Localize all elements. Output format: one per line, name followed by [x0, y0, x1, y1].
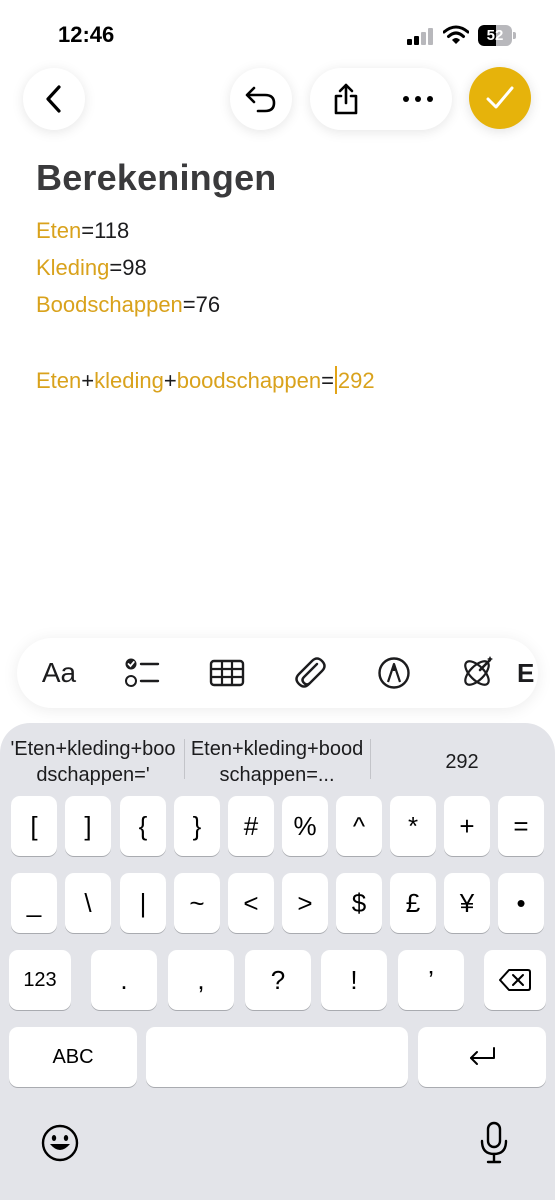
formula-operator: +	[163, 368, 177, 393]
microphone-icon	[480, 1121, 508, 1164]
key-pound[interactable]: £	[390, 873, 436, 933]
variable-value: =98	[109, 255, 147, 280]
note-line-boodschappen[interactable]: Boodschappen=76	[36, 292, 220, 318]
back-button[interactable]	[23, 68, 85, 130]
delete-icon	[499, 969, 531, 991]
key-less-than[interactable]: <	[228, 873, 274, 933]
note-line-kleding[interactable]: Kleding=98	[36, 255, 147, 281]
key-plus[interactable]: +	[444, 796, 490, 856]
checklist-button[interactable]	[114, 638, 170, 708]
variable-name: Eten	[36, 218, 82, 243]
return-icon	[470, 1047, 495, 1065]
checkmark-icon	[486, 86, 514, 109]
wifi-icon	[442, 25, 470, 45]
key-brace-left[interactable]: {	[120, 796, 166, 856]
key-backslash[interactable]: \	[65, 873, 111, 933]
key-asterisk[interactable]: *	[390, 796, 436, 856]
keyboard: 'Eten+kleding+boodschappen=' Eten+kledin…	[0, 723, 555, 1200]
checklist-icon	[125, 658, 160, 687]
formula-result: 292	[337, 368, 375, 393]
dictation-button[interactable]	[478, 1121, 510, 1165]
key-hash[interactable]: #	[228, 796, 274, 856]
key-pipe[interactable]: |	[120, 873, 166, 933]
key-123[interactable]: 123	[9, 950, 71, 1010]
formula-equals: =	[321, 368, 334, 393]
emoji-icon	[41, 1124, 79, 1162]
battery-percent: 52	[486, 27, 504, 44]
status-time: 12:46	[58, 22, 115, 47]
suggestion-divider	[184, 739, 185, 779]
key-underscore[interactable]: _	[11, 873, 57, 933]
variable-name: Boodschappen	[36, 292, 183, 317]
writing-tools-button[interactable]	[449, 638, 505, 708]
key-caret[interactable]: ^	[336, 796, 382, 856]
table-button[interactable]	[199, 638, 255, 708]
text-style-button[interactable]: Aa	[29, 638, 89, 708]
undo-button[interactable]	[230, 68, 292, 130]
abc-key[interactable]: ABC	[9, 1027, 137, 1087]
space-key[interactable]	[146, 1027, 408, 1087]
key-apostrophe[interactable]: ’	[398, 950, 464, 1010]
cellular-signal-icon	[407, 28, 435, 45]
text-cursor	[334, 366, 337, 394]
more-button[interactable]	[390, 68, 445, 130]
key-question[interactable]: ?	[245, 950, 311, 1010]
suggestion-divider	[370, 739, 371, 779]
key-exclamation[interactable]: !	[321, 950, 387, 1010]
key-tilde[interactable]: ~	[174, 873, 220, 933]
variable-value: =118	[81, 218, 130, 243]
key-brace-right[interactable]: }	[174, 796, 220, 856]
share-button[interactable]	[318, 68, 373, 130]
note-title[interactable]: Berekeningen	[36, 157, 276, 199]
suggestion-1[interactable]: 'Eten+kleding+boodschappen='	[4, 733, 182, 791]
key-greater-than[interactable]: >	[282, 873, 328, 933]
suggestion-2[interactable]: Eten+kleding+boodschappen=...	[186, 733, 368, 791]
markup-button[interactable]	[366, 638, 422, 708]
key-equals[interactable]: =	[498, 796, 544, 856]
battery-indicator: 52	[478, 25, 516, 46]
ellipsis-icon	[402, 96, 433, 102]
formula-variable: kleding	[94, 368, 164, 393]
note-formula-line[interactable]: Eten+kleding+boodschappen= 292	[36, 366, 375, 394]
key-period[interactable]: .	[91, 950, 157, 1010]
undo-icon	[245, 86, 276, 113]
key-yen[interactable]: ¥	[444, 873, 490, 933]
key-bracket-left[interactable]: [	[11, 796, 57, 856]
suggestion-3[interactable]: 292	[372, 733, 552, 791]
markup-icon	[378, 657, 410, 689]
emoji-button[interactable]	[40, 1123, 80, 1163]
key-percent[interactable]: %	[282, 796, 328, 856]
key-dollar[interactable]: $	[336, 873, 382, 933]
formula-operator: +	[81, 368, 95, 393]
key-bracket-right[interactable]: ]	[65, 796, 111, 856]
attachment-icon	[295, 657, 326, 688]
format-more-clipped[interactable]: E	[517, 638, 538, 708]
formula-variable: Eten	[36, 368, 82, 393]
formula-variable: boodschappen	[176, 368, 322, 393]
delete-key[interactable]	[484, 950, 546, 1010]
share-more-group	[310, 68, 452, 130]
key-comma[interactable]: ,	[168, 950, 234, 1010]
share-icon	[334, 83, 357, 115]
done-button[interactable]	[469, 67, 531, 129]
variable-value: =76	[182, 292, 221, 317]
note-line-eten[interactable]: Eten=118	[36, 218, 129, 244]
chevron-left-icon	[46, 85, 61, 113]
variable-name: Kleding	[36, 255, 110, 280]
attachment-button[interactable]	[282, 638, 338, 708]
table-icon	[209, 659, 245, 687]
writing-tools-icon	[464, 656, 493, 686]
format-toolbar: Aa E	[17, 638, 538, 708]
return-key[interactable]	[418, 1027, 546, 1087]
key-bullet[interactable]: •	[498, 873, 544, 933]
